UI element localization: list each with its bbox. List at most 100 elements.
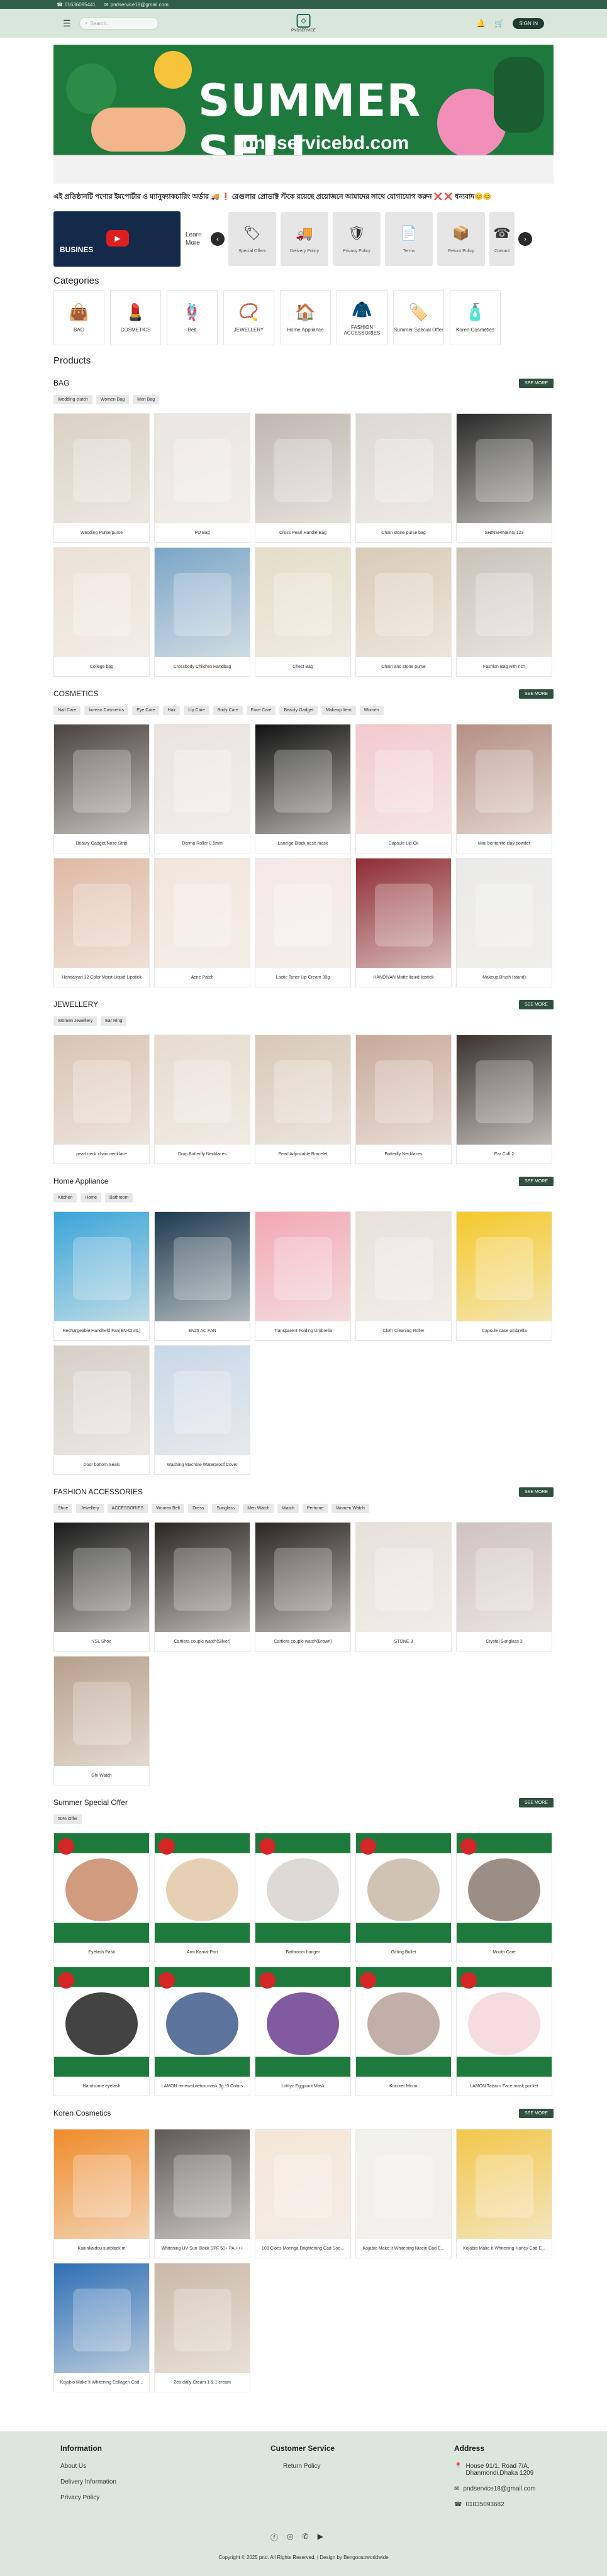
product-image[interactable]: [155, 1212, 250, 1321]
product-image[interactable]: [54, 1657, 149, 1766]
product-image[interactable]: [457, 2129, 552, 2239]
product-name[interactable]: Transparent Folding Umbrella: [255, 1321, 350, 1340]
play-icon[interactable]: ▶: [106, 230, 129, 247]
product-name[interactable]: YSL Shoe: [54, 1632, 149, 1651]
product-image[interactable]: [457, 414, 552, 523]
product-image[interactable]: [356, 1967, 451, 2077]
product-image[interactable]: [54, 858, 149, 968]
product-card[interactable]: Ear Cuff 2: [456, 1035, 552, 1164]
product-name[interactable]: Eyelash Pasti: [54, 1943, 149, 1962]
product-image[interactable]: [356, 1523, 451, 1632]
product-card[interactable]: Laneige Black nose mask: [255, 724, 351, 853]
product-image[interactable]: [54, 1833, 149, 1943]
product-name[interactable]: Gifting Bullet: [356, 1943, 451, 1962]
product-image[interactable]: [356, 1212, 451, 1321]
feature-return-policy[interactable]: 📦 Return Policy: [437, 212, 485, 266]
product-image[interactable]: [255, 1833, 350, 1943]
instagram-icon[interactable]: ◎: [287, 2532, 293, 2543]
product-card[interactable]: Whitening UV Sun Block SPF 50+ PA +++: [154, 2129, 250, 2258]
category-2[interactable]: 🪢 Belt: [167, 290, 218, 345]
product-name[interactable]: Lottlyz Eggplant Mask: [255, 2077, 350, 2096]
product-card[interactable]: Capsule Lip Oil: [355, 724, 452, 853]
product-card[interactable]: Eyelash Pasti: [53, 1833, 150, 1962]
product-image[interactable]: [155, 724, 250, 834]
product-card[interactable]: Pearl Adjustable Bracelet: [255, 1035, 351, 1164]
product-name[interactable]: Zeo daily Cream 1 & 1 cream: [155, 2373, 250, 2392]
product-name[interactable]: Mouth Care: [457, 1943, 552, 1962]
product-image[interactable]: [155, 2263, 250, 2373]
subcategory-chip[interactable]: Watch: [277, 1504, 299, 1513]
product-image[interactable]: [255, 858, 350, 968]
product-card[interactable]: Bathroom hanger: [255, 1833, 351, 1962]
product-card[interactable]: Ghi Watch: [53, 1656, 150, 1785]
product-card[interactable]: Washing Machine Waterproof Cover: [154, 1345, 250, 1475]
product-image[interactable]: [457, 1967, 552, 2077]
product-card[interactable]: Makeup Brush (stand): [456, 858, 552, 987]
product-image[interactable]: [457, 1833, 552, 1943]
product-name[interactable]: Crossbody Children Handbag: [155, 657, 250, 676]
product-image[interactable]: [54, 724, 149, 834]
category-1[interactable]: 💄 COSMETICS: [110, 290, 161, 345]
footer-email[interactable]: pndservice18@gmail.com: [463, 2485, 535, 2492]
subcategory-chip[interactable]: Ear Ring: [101, 1016, 127, 1026]
facebook-icon[interactable]: ⓕ: [270, 2532, 278, 2543]
product-name[interactable]: Cartiera couple watch(Silver): [155, 1632, 250, 1651]
product-image[interactable]: [155, 2129, 250, 2239]
subcategory-chip[interactable]: Body Care: [213, 706, 243, 715]
product-name[interactable]: STONE 3: [356, 1632, 451, 1651]
product-card[interactable]: LAMON Tatsuru Face mask pocket: [456, 1967, 552, 2096]
product-card[interactable]: YSL Shoe: [53, 1522, 150, 1652]
product-card[interactable]: PU Bag: [154, 413, 250, 543]
product-card[interactable]: Lactic Toner Lip Cream 30g: [255, 858, 351, 987]
product-name[interactable]: Chain and stone purse: [356, 657, 451, 676]
footer-link-about[interactable]: About Us: [60, 2463, 116, 2470]
product-name[interactable]: College bag: [54, 657, 149, 676]
product-name[interactable]: Kaiunkaidou sunblock m: [54, 2239, 149, 2258]
product-card[interactable]: Kojabio Make It Whitening Honey Cad E...: [456, 2129, 552, 2258]
product-card[interactable]: Crossbody Children Handbag: [154, 547, 250, 677]
youtube-icon[interactable]: ▶: [318, 2532, 323, 2543]
subcategory-chip[interactable]: Men Watch: [243, 1504, 274, 1513]
product-card[interactable]: Transparent Folding Umbrella: [255, 1211, 351, 1341]
category-0[interactable]: 👜 BAG: [53, 290, 104, 345]
subcategory-chip[interactable]: ACCESSORIES: [107, 1504, 148, 1513]
product-name[interactable]: Whitening UV Sun Block SPF 50+ PA +++: [155, 2239, 250, 2258]
next-arrow-button[interactable]: ›: [518, 232, 532, 246]
subcategory-chip[interactable]: Eye Care: [132, 706, 160, 715]
subcategory-chip[interactable]: Perfume: [302, 1504, 328, 1513]
product-name[interactable]: pearl neck chain necklace: [54, 1145, 149, 1163]
product-image[interactable]: [54, 414, 149, 523]
product-image[interactable]: [54, 548, 149, 657]
product-card[interactable]: SHINSHINBAG 123: [456, 413, 552, 543]
subcategory-chip[interactable]: Lip Care: [184, 706, 209, 715]
category-6[interactable]: 🏷️ Summer Special Offer: [393, 290, 444, 345]
search-input[interactable]: ⌕ Search...: [79, 17, 159, 30]
product-image[interactable]: [54, 1212, 149, 1321]
product-name[interactable]: Cross Pearl Handle Bag: [255, 523, 350, 542]
product-image[interactable]: [54, 1523, 149, 1632]
product-card[interactable]: Zeo daily Cream 1 & 1 cream: [154, 2263, 250, 2392]
product-name[interactable]: Laneige Black nose mask: [255, 834, 350, 853]
footer-link-delivery[interactable]: Delivery Information: [60, 2479, 116, 2485]
product-card[interactable]: Chain and stone purse: [355, 547, 452, 677]
see-more-button[interactable]: SEE MORE: [519, 2108, 554, 2118]
subcategory-chip[interactable]: Women Bag: [96, 395, 130, 404]
product-name[interactable]: Cartiera couple watch(Brown): [255, 1632, 350, 1651]
product-card[interactable]: Cross Pearl Handle Bag: [255, 413, 351, 543]
see-more-button[interactable]: SEE MORE: [519, 1487, 554, 1497]
product-name[interactable]: Derma Roller 0.5mm: [155, 834, 250, 853]
see-more-button[interactable]: SEE MORE: [519, 1176, 554, 1186]
product-card[interactable]: 100 Cloes Moringa Brightening Cad Soo...: [255, 2129, 351, 2258]
product-name[interactable]: LAMON Tatsuru Face mask pocket: [457, 2077, 552, 2096]
product-image[interactable]: [155, 1035, 250, 1145]
hero-banner[interactable]: SUMMER SELL pndservicebd.com: [53, 45, 554, 184]
category-5[interactable]: 🧥 FASHION ACCESSORIES: [337, 290, 387, 345]
category-7[interactable]: 🧴 Koren Cosmetics: [450, 290, 501, 345]
subcategory-chip[interactable]: Jewellery: [76, 1504, 104, 1513]
category-3[interactable]: 📿 JEWELLERY: [223, 290, 274, 345]
subcategory-chip[interactable]: Women Belt: [152, 1504, 185, 1513]
product-name[interactable]: Kojabio Make It Whitening Collagen Cad..…: [54, 2373, 149, 2392]
product-name[interactable]: Acne Patch: [155, 968, 250, 987]
product-name[interactable]: Handaiyan 12 Color Moist Liquid Lipstick: [54, 968, 149, 987]
product-card[interactable]: Kojabio Make It Whitening Niacin Cad E..…: [355, 2129, 452, 2258]
